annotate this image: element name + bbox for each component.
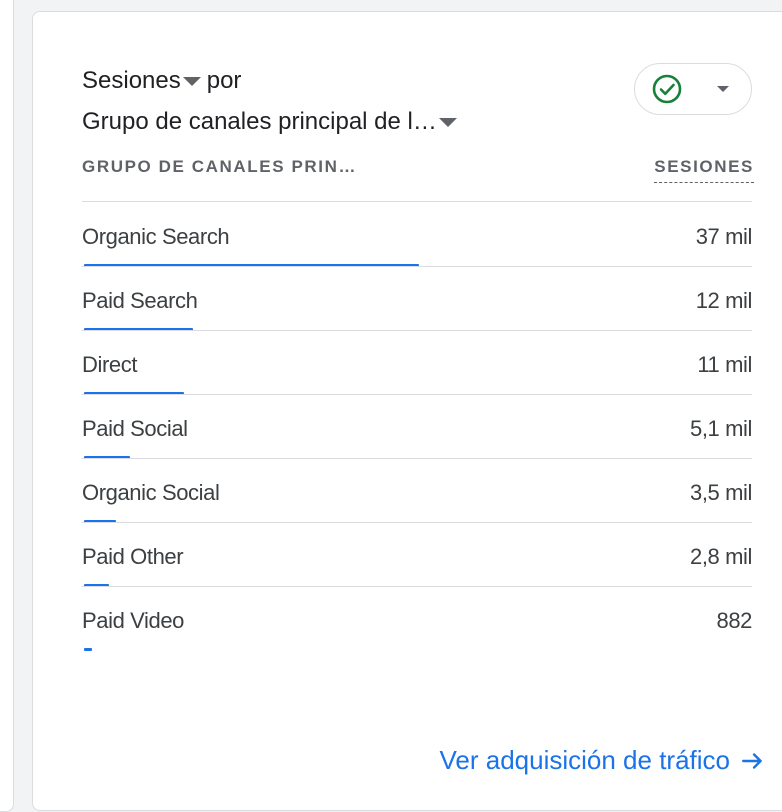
table-row[interactable]: Direct 11 mil [82,330,752,395]
check-circle-icon [652,74,682,104]
table-row[interactable]: Organic Search 37 mil [82,202,753,267]
sessions-share-bar [84,648,92,651]
sessions-value: 37 mil [695,224,753,249]
table-row[interactable]: Paid Social 5,1 mil [82,394,752,459]
view-traffic-acquisition-link[interactable]: Ver adquisición de tráfico [439,745,766,776]
arrow-right-icon [742,752,762,769]
channel-name: Paid Social [82,416,188,441]
chevron-down-icon [717,86,729,92]
adjacent-card [0,0,14,812]
table-row[interactable]: Paid Other 2,8 mil [82,522,752,587]
channel-name: Paid Search [82,288,198,313]
channel-name: Organic Search [82,224,230,249]
table-row[interactable]: Paid Search 12 mil [82,266,753,331]
footer-link-label: Ver adquisición de tráfico [439,745,730,775]
channel-name: Paid Other [82,544,184,569]
metric-selector[interactable]: Sesiones [82,66,207,96]
sessions-value: 12 mil [695,288,753,313]
sessions-value: 5,1 mil [690,416,752,441]
sessions-value: 882 [716,608,752,633]
connector-label: por [206,67,242,94]
caret-down-icon [182,76,201,86]
card-title-line1: Sesiones por [82,66,241,96]
channel-name: Paid Video [82,608,185,633]
table-row[interactable]: Organic Social 3,5 mil [82,458,752,523]
dimension-label: Grupo de canales principal de l… [82,108,437,135]
channel-name: Organic Social [82,480,220,505]
channel-name: Direct [82,352,138,377]
caret-down-icon [438,117,457,127]
metric-label: Sesiones [82,67,181,94]
dimension-column-header: GRUPO DE CANALES PRIN… [82,157,358,176]
table-row[interactable]: Paid Video 882 [82,586,752,651]
sessions-value: 2,8 mil [690,544,752,569]
sessions-column-header[interactable]: SESIONES [654,157,754,183]
dimension-selector[interactable]: Grupo de canales principal de l… [82,107,463,137]
sessions-value: 3,5 mil [690,480,752,505]
sessions-value: 11 mil [697,352,752,377]
card-status-dropdown[interactable] [634,63,752,115]
